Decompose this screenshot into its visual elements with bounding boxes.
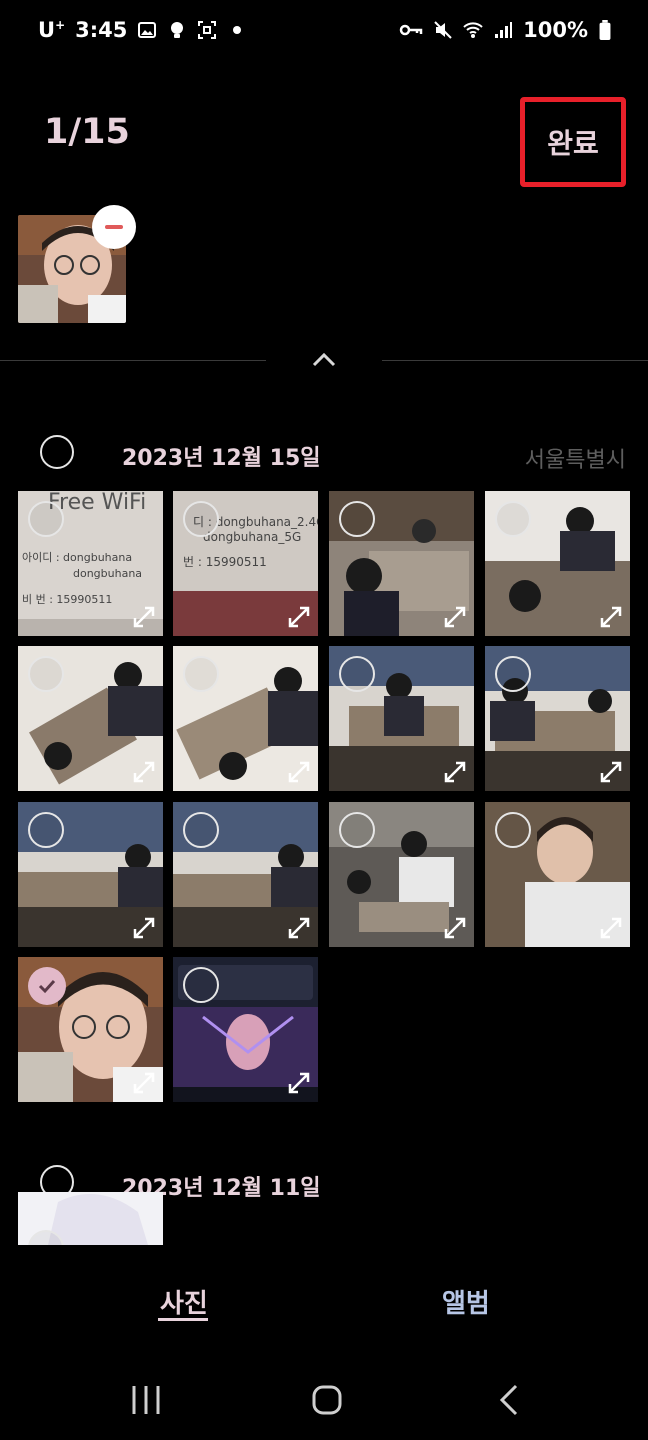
gallery-notification-icon [138,22,157,38]
recent-apps-icon[interactable] [126,1380,166,1420]
select-checkbox[interactable] [339,812,375,848]
photo-thumbnail[interactable] [485,802,630,947]
expand-icon[interactable] [286,915,312,941]
signal-icon [495,22,513,38]
expand-icon[interactable] [442,915,468,941]
expand-icon[interactable] [598,915,624,941]
vpn-key-icon [399,24,423,36]
tab-albums[interactable]: 앨범 [442,1283,490,1320]
screenshot-icon [198,21,217,39]
back-icon[interactable] [490,1380,530,1420]
photo-thumbnail[interactable] [173,802,318,947]
done-button[interactable]: 완료 [520,97,626,187]
svg-text:dongbuhana_5G: dongbuhana_5G [203,530,301,544]
select-checkbox[interactable] [183,656,219,692]
expand-icon[interactable] [131,915,157,941]
select-checkbox[interactable] [28,656,64,692]
photo-thumbnail[interactable] [18,1192,163,1245]
home-icon[interactable] [307,1380,347,1420]
photo-thumbnail[interactable] [18,646,163,791]
minus-circle-icon [105,225,123,229]
tab-photos[interactable]: 사진 [160,1283,208,1320]
photo-thumbnail[interactable]: Free WiFi 아이디 : dongbuhana dongbuhana 비 번 :… [18,491,163,636]
photo-thumbnail[interactable] [485,491,630,636]
select-checkbox[interactable] [339,656,375,692]
section-date: 2023년 12월 15일 [122,446,321,471]
carrier-label: U+ [38,18,66,42]
select-all-day-checkbox[interactable] [40,435,74,469]
photo-thumbnail[interactable] [329,491,474,636]
select-checkbox[interactable] [183,812,219,848]
clock: 3:45 [75,18,128,42]
photo-thumbnail[interactable] [173,646,318,791]
lightbulb-icon [171,22,184,38]
svg-text:번 : 15990511: 번 : 15990511 [183,555,267,569]
photo-thumbnail[interactable] [18,802,163,947]
expand-icon[interactable] [598,604,624,630]
expand-icon[interactable] [286,759,312,785]
svg-text:비 번 : 15990511: 비 번 : 15990511 [22,593,112,606]
photo-thumbnail[interactable] [485,646,630,791]
chevron-up-icon[interactable] [308,345,340,373]
photo-thumbnail[interactable] [329,646,474,791]
select-checkbox[interactable] [495,656,531,692]
expand-icon[interactable] [442,759,468,785]
divider-right [382,360,648,361]
select-checkbox[interactable] [28,501,64,537]
expand-icon[interactable] [286,604,312,630]
select-checkbox[interactable] [183,501,219,537]
battery-percent: 100% [523,18,588,42]
expand-icon[interactable] [442,604,468,630]
status-bar-right: 100% [399,18,612,42]
wifi-icon [463,22,483,38]
done-label: 완료 [547,127,599,160]
photo-thumbnail[interactable] [173,957,318,1102]
divider-left [0,360,266,361]
expand-icon[interactable] [131,604,157,630]
remove-selection-button[interactable] [92,205,136,249]
photo-thumbnail[interactable] [329,802,474,947]
expand-icon[interactable] [598,759,624,785]
expand-icon[interactable] [286,1070,312,1096]
dot-icon [233,26,242,34]
selection-counter: 1/15 [44,112,130,152]
select-checkbox[interactable] [495,501,531,537]
active-tab-indicator [158,1318,208,1321]
selected-check-icon[interactable] [28,967,66,1005]
photo-thumbnail[interactable]: 디 : dongbuhana_2.4G dongbuhana_5G 번 : 1599… [173,491,318,636]
svg-text:dongbuhana: dongbuhana [73,567,142,580]
section-location: 서울특별시 [524,448,626,473]
battery-icon [599,20,611,40]
select-checkbox[interactable] [183,967,219,1003]
status-bar-left: U+ 3:45 [38,18,247,42]
select-checkbox[interactable] [28,812,64,848]
mute-icon [434,21,452,39]
expand-icon[interactable] [131,759,157,785]
photo-thumbnail[interactable] [18,957,163,1102]
svg-text:아이디 : dongbuhana: 아이디 : dongbuhana [22,551,132,564]
expand-icon[interactable] [131,1070,157,1096]
select-checkbox[interactable] [495,812,531,848]
select-checkbox[interactable] [339,501,375,537]
